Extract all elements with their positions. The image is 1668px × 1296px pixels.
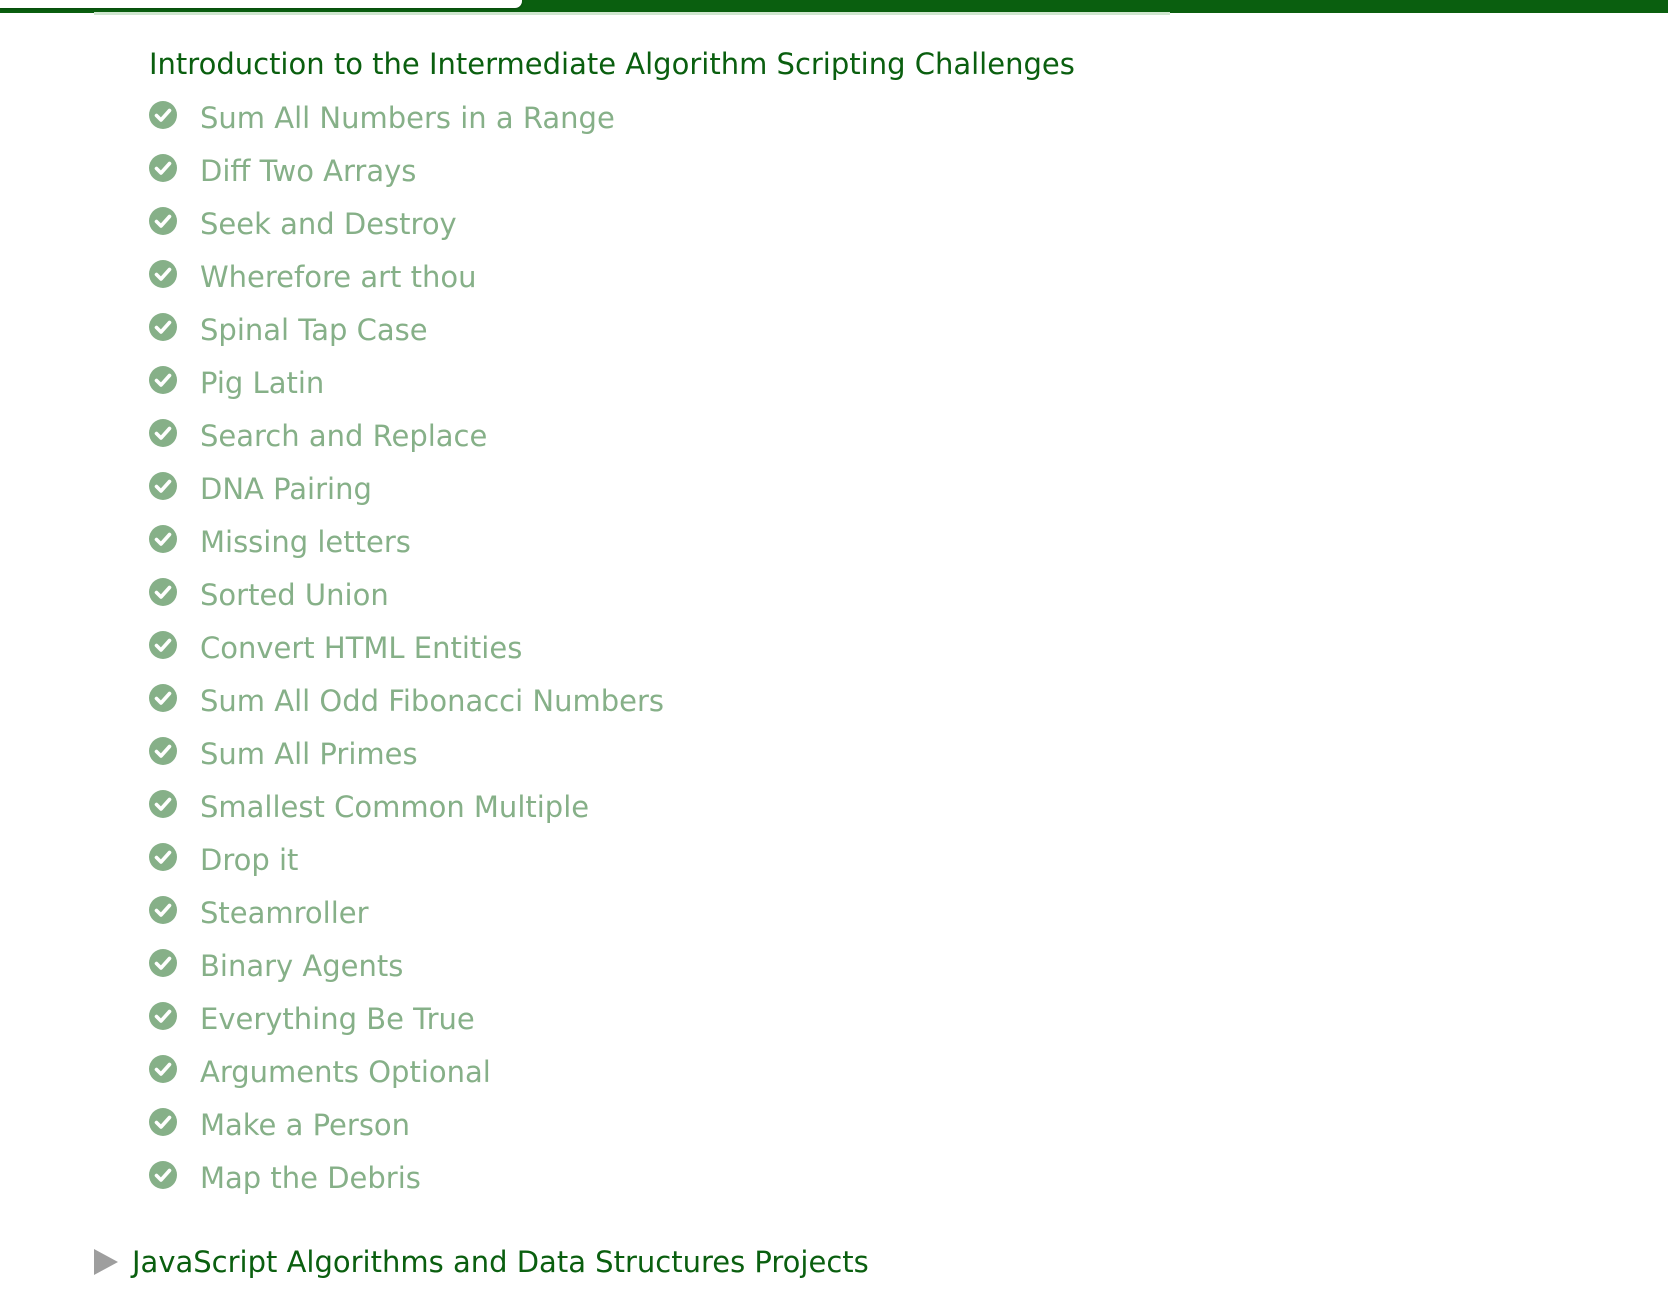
section-title-link[interactable]: Introduction to the Intermediate Algorit… [149, 44, 1075, 84]
challenge-item[interactable]: Map the Debris [148, 1151, 664, 1204]
challenge-item[interactable]: Missing letters [148, 515, 664, 568]
check-circle-icon [148, 524, 178, 554]
check-circle-icon [148, 842, 178, 872]
challenge-item[interactable]: Sum All Odd Fibonacci Numbers [148, 674, 664, 727]
challenge-item[interactable]: Sum All Primes [148, 727, 664, 780]
challenge-label: Binary Agents [200, 948, 404, 983]
challenge-label: Search and Replace [200, 418, 488, 453]
check-circle-icon [148, 895, 178, 925]
challenge-item[interactable]: DNA Pairing [148, 462, 664, 515]
check-circle-icon [148, 577, 178, 607]
challenge-label: Pig Latin [200, 365, 325, 400]
challenge-label: Steamroller [200, 895, 369, 930]
challenge-item[interactable]: Search and Replace [148, 409, 664, 462]
check-circle-icon [148, 948, 178, 978]
challenge-label: Sum All Primes [200, 736, 418, 771]
check-circle-icon [148, 789, 178, 819]
challenge-label: Sum All Numbers in a Range [200, 100, 615, 135]
challenge-item[interactable]: Seek and Destroy [148, 197, 664, 250]
challenge-label: Seek and Destroy [200, 206, 457, 241]
active-tab[interactable] [0, 0, 522, 8]
check-circle-icon [148, 683, 178, 713]
challenge-label: Diff Two Arrays [200, 153, 417, 188]
check-circle-icon [148, 471, 178, 501]
challenge-item[interactable]: Arguments Optional [148, 1045, 664, 1098]
challenge-label: Everything Be True [200, 1001, 475, 1036]
check-circle-icon [148, 630, 178, 660]
challenge-item[interactable]: Binary Agents [148, 939, 664, 992]
challenge-label: Sum All Odd Fibonacci Numbers [200, 683, 664, 718]
check-circle-icon [148, 259, 178, 289]
check-circle-icon [148, 736, 178, 766]
challenge-label: DNA Pairing [200, 471, 372, 506]
challenge-item[interactable]: Everything Be True [148, 992, 664, 1045]
challenge-label: Arguments Optional [200, 1054, 491, 1089]
check-circle-icon [148, 1054, 178, 1084]
check-circle-icon [148, 312, 178, 342]
challenge-label: Convert HTML Entities [200, 630, 523, 665]
challenge-label: Wherefore art thou [200, 259, 477, 294]
challenge-item[interactable]: Spinal Tap Case [148, 303, 664, 356]
challenge-label: Make a Person [200, 1107, 411, 1142]
check-circle-icon [148, 206, 178, 236]
challenge-item[interactable]: Convert HTML Entities [148, 621, 664, 674]
challenge-label: Map the Debris [200, 1160, 421, 1195]
challenge-item[interactable]: Pig Latin [148, 356, 664, 409]
challenge-label: Spinal Tap Case [200, 312, 428, 347]
challenge-item[interactable]: Drop it [148, 833, 664, 886]
challenge-item[interactable]: Steamroller [148, 886, 664, 939]
next-section-label: JavaScript Algorithms and Data Structure… [132, 1245, 869, 1279]
check-circle-icon [148, 100, 178, 130]
challenge-label: Missing letters [200, 524, 411, 559]
challenge-item[interactable]: Sum All Numbers in a Range [148, 91, 664, 144]
challenge-item[interactable]: Smallest Common Multiple [148, 780, 664, 833]
caret-right-icon [94, 1249, 118, 1275]
challenge-label: Smallest Common Multiple [200, 789, 590, 824]
challenge-label: Drop it [200, 842, 299, 877]
check-circle-icon [148, 1001, 178, 1031]
challenge-item[interactable]: Make a Person [148, 1098, 664, 1151]
check-circle-icon [148, 1160, 178, 1190]
challenge-item[interactable]: Sorted Union [148, 568, 664, 621]
next-section-toggle[interactable]: JavaScript Algorithms and Data Structure… [94, 1242, 869, 1282]
challenge-item[interactable]: Diff Two Arrays [148, 144, 664, 197]
nav-underline [94, 12, 1170, 15]
challenge-list: Sum All Numbers in a Range Diff Two Array… [148, 91, 664, 1204]
check-circle-icon [148, 1107, 178, 1137]
challenge-label: Sorted Union [200, 577, 389, 612]
challenge-item[interactable]: Wherefore art thou [148, 250, 664, 303]
check-circle-icon [148, 418, 178, 448]
check-circle-icon [148, 365, 178, 395]
check-circle-icon [148, 153, 178, 183]
